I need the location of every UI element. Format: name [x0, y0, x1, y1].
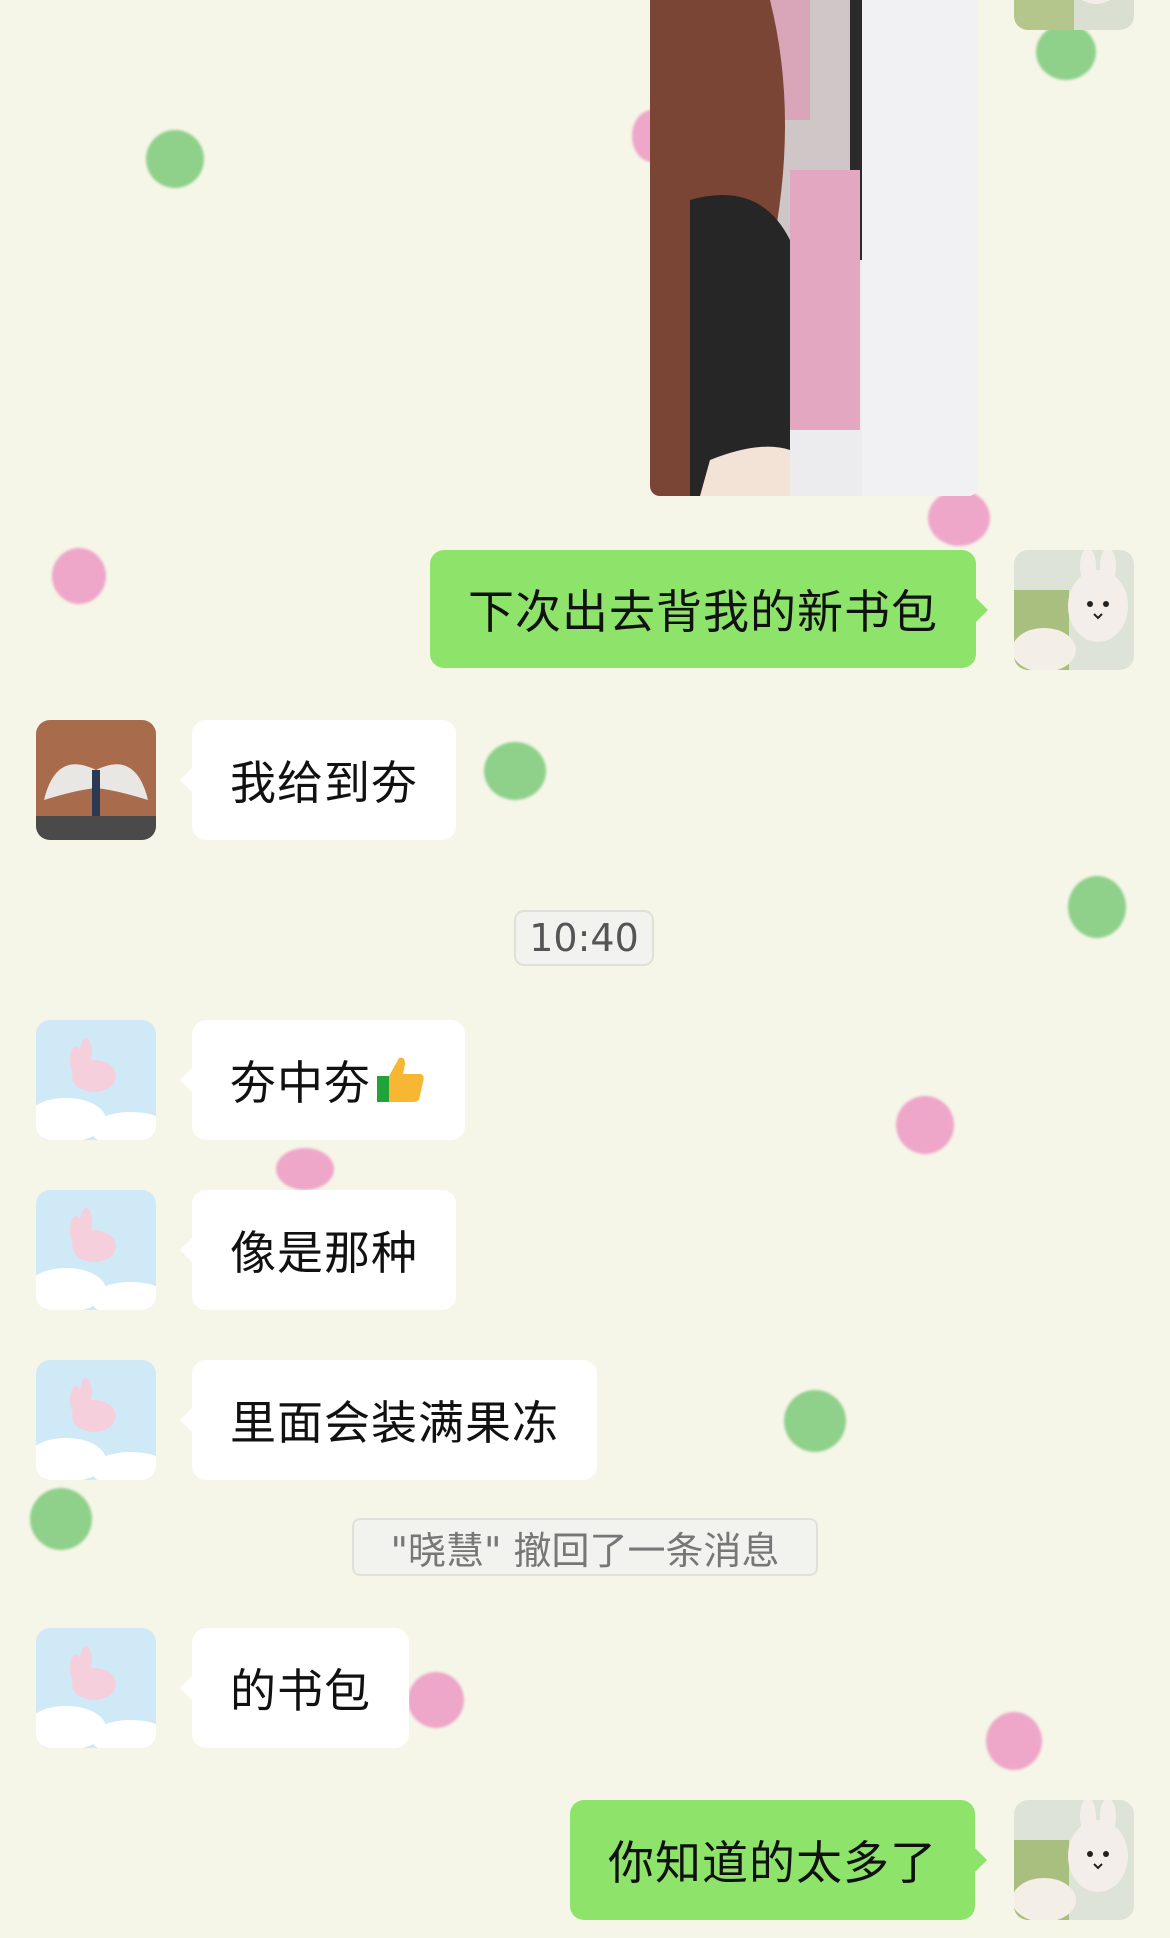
background-dot [52, 548, 106, 604]
image-message[interactable] [650, 0, 978, 496]
background-dot [1068, 876, 1126, 938]
thumbs-up-icon [377, 1057, 424, 1102]
message-text: 里面会装满果冻 [230, 1396, 559, 1450]
background-dot [408, 1672, 464, 1728]
recall-notice: "晓慧" 撤回了一条消息 [352, 1518, 818, 1576]
plush-bunny-image [1014, 1800, 1134, 1920]
contact-avatar[interactable] [36, 1628, 156, 1748]
my-avatar[interactable] [1014, 0, 1134, 30]
background-dot [146, 130, 204, 188]
plush-bunny-image [1014, 550, 1134, 670]
message-text: 你知道的太多了 [608, 1836, 937, 1890]
photo-image [650, 0, 978, 496]
contact-avatar[interactable] [36, 720, 156, 840]
message-text: 像是那种 [230, 1226, 418, 1280]
background-dot [928, 490, 990, 546]
background-dot [896, 1096, 954, 1154]
message-text: 我给到夯 [230, 756, 418, 810]
my-avatar[interactable] [1014, 1800, 1134, 1920]
message-text: 的书包 [230, 1664, 371, 1718]
background-dot [986, 1712, 1042, 1770]
message-bubble-incoming[interactable]: 的书包 [180, 1628, 409, 1748]
background-dot [1036, 24, 1096, 80]
contact-avatar[interactable] [36, 1020, 156, 1140]
timestamp: 10:40 [514, 910, 654, 966]
background-dot [784, 1390, 846, 1452]
plush-bunny-image [1014, 0, 1134, 30]
contact-avatar[interactable] [36, 1190, 156, 1310]
background-dot [276, 1148, 334, 1190]
message-bubble-outgoing[interactable]: 你知道的太多了 [570, 1800, 987, 1920]
message-text: 夯中夯 [230, 1056, 371, 1110]
angel-wings-photo [36, 720, 156, 840]
flying-bunny-sticker-image [36, 1360, 156, 1480]
message-text: 下次出去背我的新书包 [468, 585, 938, 639]
background-dot [30, 1488, 92, 1550]
flying-bunny-sticker-image [36, 1190, 156, 1310]
flying-bunny-sticker-image [36, 1628, 156, 1748]
my-avatar[interactable] [1014, 550, 1134, 670]
contact-avatar[interactable] [36, 1360, 156, 1480]
message-bubble-incoming[interactable]: 像是那种 [180, 1190, 456, 1310]
background-dot [484, 742, 546, 800]
flying-bunny-sticker-image [36, 1020, 156, 1140]
message-bubble-incoming[interactable]: 夯中夯 [180, 1020, 465, 1140]
message-bubble-incoming[interactable]: 我给到夯 [180, 720, 456, 840]
message-bubble-incoming[interactable]: 里面会装满果冻 [180, 1360, 597, 1480]
message-bubble-outgoing[interactable]: 下次出去背我的新书包 [430, 550, 988, 668]
